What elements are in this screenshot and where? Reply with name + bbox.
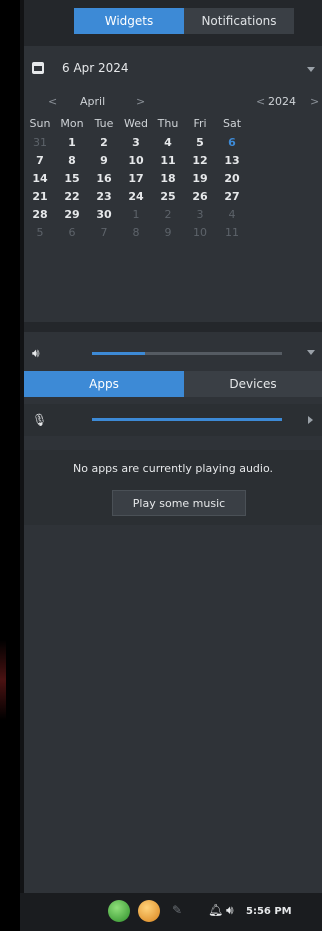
orange-app-icon[interactable]: [138, 900, 160, 922]
calendar-day[interactable]: 5: [184, 136, 216, 154]
taskbar: ✎ 🔔︎ 🔊︎ 5:56 PM: [20, 893, 322, 931]
panel-tab-bar: Widgets Notifications: [24, 0, 322, 46]
calendar-day[interactable]: 19: [184, 172, 216, 190]
tab-devices[interactable]: Devices: [184, 371, 322, 397]
calendar-day[interactable]: 8: [120, 226, 152, 244]
calendar-day[interactable]: 5: [24, 226, 56, 244]
prev-year-button[interactable]: <: [256, 95, 265, 108]
weekday-label: Tue: [94, 117, 114, 130]
tab-notifications[interactable]: Notifications: [184, 8, 294, 34]
calendar-day[interactable]: 10: [184, 226, 216, 244]
weekday-label: Mon: [60, 117, 84, 130]
chevron-down-icon[interactable]: [307, 350, 315, 355]
calendar-day[interactable]: 6: [216, 136, 248, 154]
calendar-day[interactable]: 30: [88, 208, 120, 226]
calendar-day[interactable]: 17: [120, 172, 152, 190]
calendar-day[interactable]: 16: [88, 172, 120, 190]
calendar-day[interactable]: 13: [216, 154, 248, 172]
calendar-day[interactable]: 7: [88, 226, 120, 244]
clock[interactable]: 5:56 PM: [246, 906, 292, 917]
calendar-day[interactable]: 2: [152, 208, 184, 226]
apps-list: No apps are currently playing audio. Pla…: [24, 450, 322, 525]
weekday-label: Wed: [124, 117, 148, 130]
calendar-day[interactable]: 12: [184, 154, 216, 172]
month-label[interactable]: April: [80, 95, 105, 108]
pen-icon[interactable]: ✎: [172, 903, 182, 917]
calendar-day[interactable]: 21: [24, 190, 56, 208]
volume-icon[interactable]: 🔊︎: [226, 903, 234, 918]
play-music-button[interactable]: Play some music: [112, 490, 246, 516]
section-divider: [24, 322, 322, 332]
next-year-button[interactable]: >: [310, 95, 319, 108]
selected-date: 6 Apr 2024: [62, 61, 129, 75]
audio-tabs: Apps Devices: [24, 371, 322, 397]
weekday-label: Sun: [29, 117, 51, 130]
chevron-down-icon[interactable]: [307, 67, 315, 72]
side-panel: Widgets Notifications 6 Apr 2024 < April…: [24, 0, 322, 893]
calendar-grid: 31 1 2 3 4 5 6 7 8 9 10 11 12 13 14 15 16 17 18 19 20 21 22 23 2…: [24, 136, 248, 244]
calendar-day[interactable]: 10: [120, 154, 152, 172]
volume-row: 🔊︎: [24, 340, 322, 366]
calendar-day[interactable]: 9: [88, 154, 120, 172]
calendar-day[interactable]: 24: [120, 190, 152, 208]
calendar-day[interactable]: 4: [152, 136, 184, 154]
edge-glow: [0, 640, 6, 720]
calendar-day[interactable]: 20: [216, 172, 248, 190]
calendar-day[interactable]: 31: [24, 136, 56, 154]
calendar-day[interactable]: 1: [56, 136, 88, 154]
calendar-day[interactable]: 18: [152, 172, 184, 190]
calendar-day[interactable]: 23: [88, 190, 120, 208]
next-month-button[interactable]: >: [136, 95, 145, 108]
speaker-icon[interactable]: 🔊︎: [32, 346, 40, 361]
calendar-icon: [32, 62, 44, 74]
calendar-day[interactable]: 2: [88, 136, 120, 154]
calendar-day[interactable]: 28: [24, 208, 56, 226]
date-header[interactable]: 6 Apr 2024: [24, 57, 322, 83]
microphone-row: 🎙︎: [24, 404, 322, 436]
tab-apps[interactable]: Apps: [24, 371, 184, 397]
calendar-day[interactable]: 6: [56, 226, 88, 244]
calendar-day[interactable]: 4: [216, 208, 248, 226]
calendar-day[interactable]: 3: [120, 136, 152, 154]
year-label[interactable]: 2024: [268, 95, 296, 108]
volume-slider-fill: [92, 352, 146, 355]
calendar-day[interactable]: 25: [152, 190, 184, 208]
calendar-day[interactable]: 26: [184, 190, 216, 208]
calendar-day[interactable]: 22: [56, 190, 88, 208]
calendar-day[interactable]: 8: [56, 154, 88, 172]
calendar-day[interactable]: 27: [216, 190, 248, 208]
prev-month-button[interactable]: <: [48, 95, 57, 108]
green-app-icon[interactable]: [108, 900, 130, 922]
weekday-label: Fri: [193, 117, 207, 130]
empty-state-text: No apps are currently playing audio.: [73, 462, 273, 475]
chevron-right-icon[interactable]: [308, 416, 313, 424]
calendar-day[interactable]: 7: [24, 154, 56, 172]
left-edge: [0, 0, 20, 931]
microphone-icon[interactable]: 🎙︎: [32, 413, 47, 427]
microphone-slider[interactable]: [92, 418, 282, 421]
weekday-header: Sun Mon Tue Wed Thu Fri Sat: [24, 117, 322, 130]
calendar-day[interactable]: 1: [120, 208, 152, 226]
microphone-slider-fill: [92, 418, 282, 421]
weekday-label: Sat: [222, 117, 242, 130]
calendar-day[interactable]: 15: [56, 172, 88, 190]
volume-slider[interactable]: [92, 352, 282, 355]
calendar-day[interactable]: 9: [152, 226, 184, 244]
weekday-label: Thu: [157, 117, 179, 130]
calendar-day[interactable]: 14: [24, 172, 56, 190]
tab-widgets[interactable]: Widgets: [74, 8, 184, 34]
calendar-day[interactable]: 29: [56, 208, 88, 226]
calendar-day[interactable]: 11: [152, 154, 184, 172]
bell-icon[interactable]: 🔔︎: [208, 903, 223, 917]
calendar-day[interactable]: 3: [184, 208, 216, 226]
calendar-day[interactable]: 11: [216, 226, 248, 244]
